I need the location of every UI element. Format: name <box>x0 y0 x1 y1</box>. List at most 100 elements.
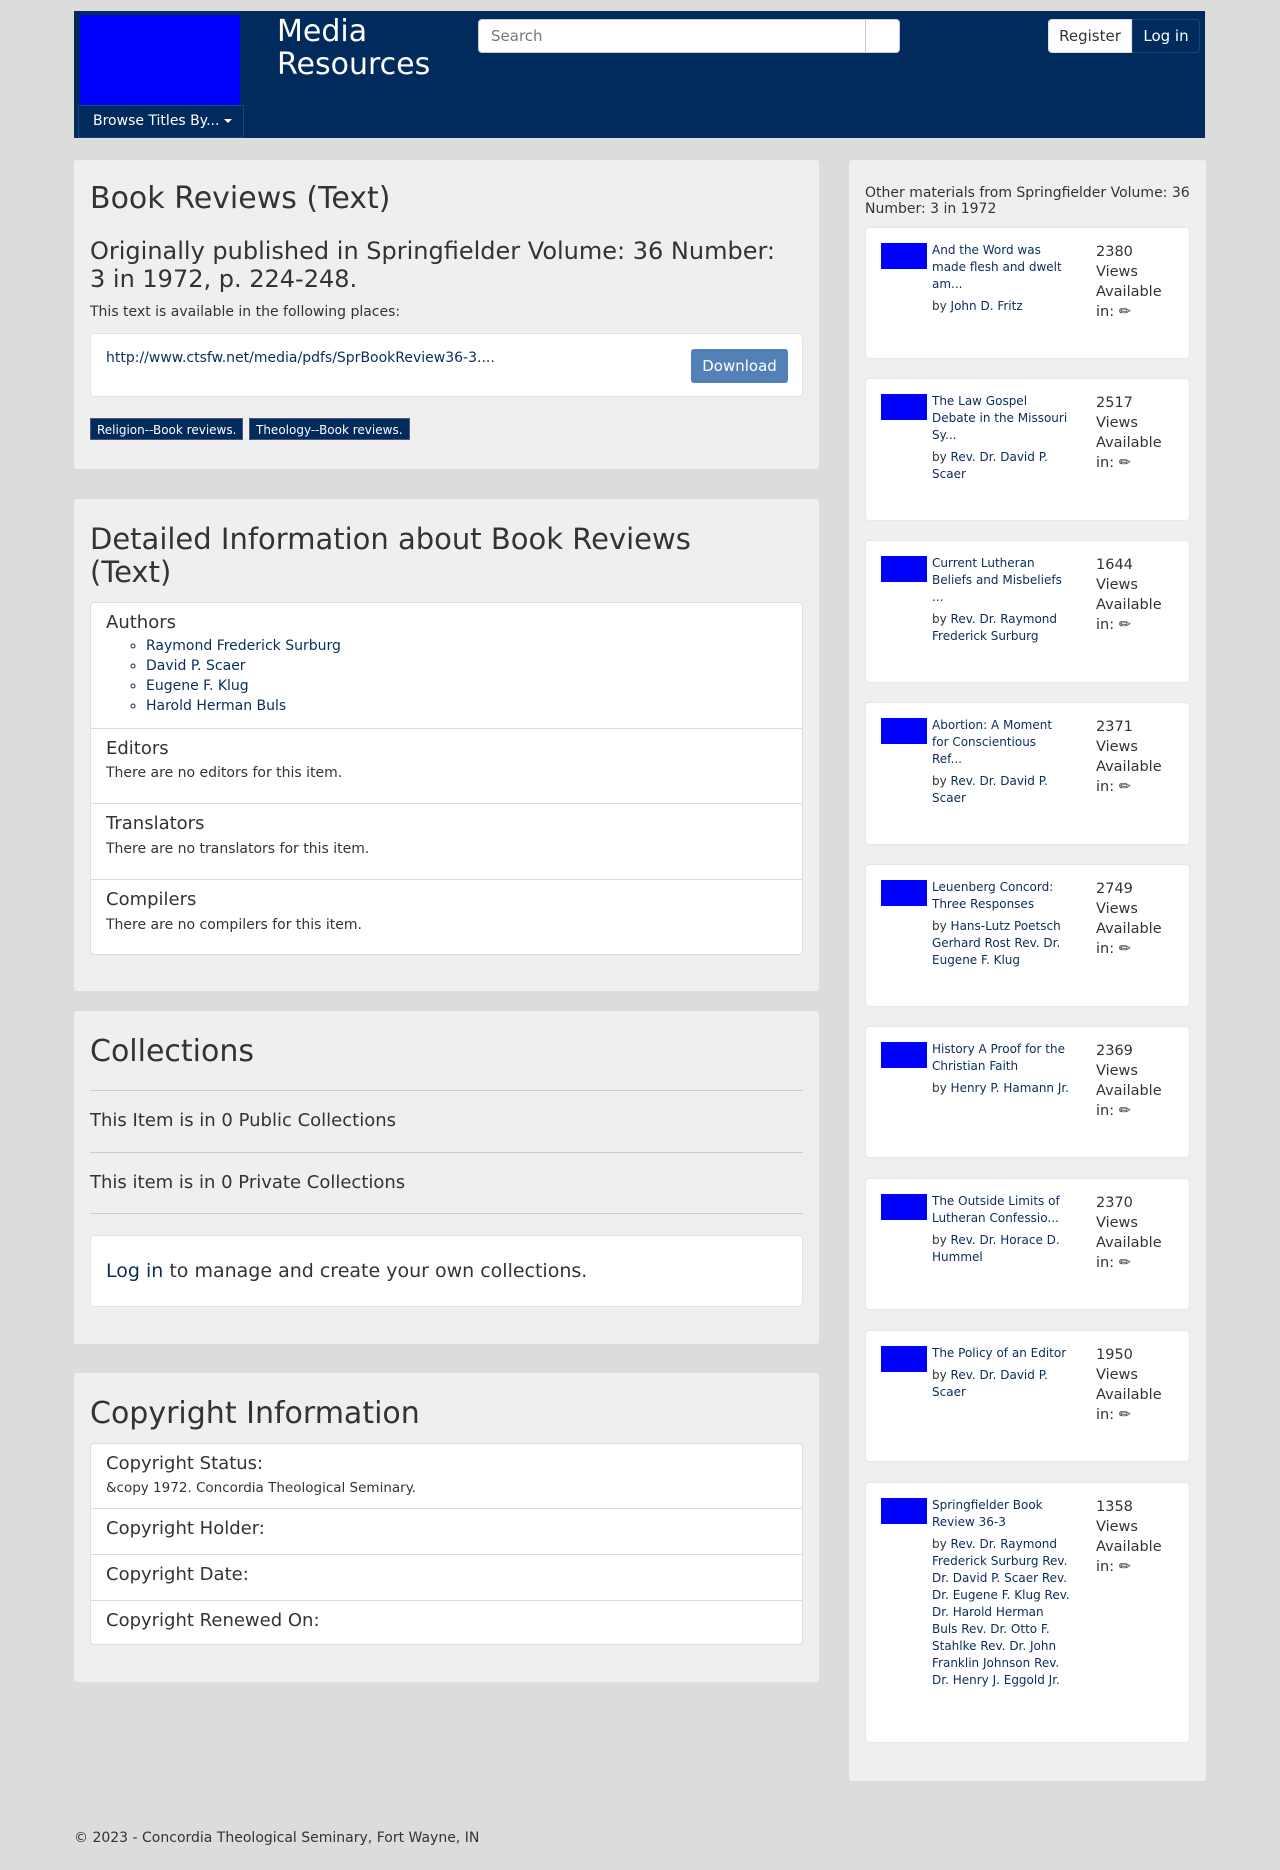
authors-section: Authors Raymond Frederick Surburg David … <box>91 603 802 728</box>
view-count: 2380 <box>1096 244 1133 260</box>
view-count: 1950 <box>1096 1347 1133 1363</box>
author-link[interactable]: Eugene F. Klug <box>146 676 341 696</box>
by-prefix: by <box>932 919 947 933</box>
pencil-icon[interactable]: ✏ <box>1119 304 1131 320</box>
related-item-title[interactable]: Leuenberg Concord: Three Responses <box>932 879 1068 913</box>
pencil-icon[interactable]: ✏ <box>1119 941 1131 957</box>
view-count: 2371 <box>1096 719 1133 735</box>
thumbnail[interactable] <box>881 1194 927 1220</box>
by-prefix: by <box>932 1233 947 1247</box>
search-input[interactable] <box>478 19 866 53</box>
author-link[interactable]: David P. Scaer <box>146 656 341 676</box>
related-item-card: Current Lutheran Beliefs and Misbeliefs … <box>865 540 1190 683</box>
related-item-byline: by Rev. Dr. David P. Scaer <box>932 1367 1072 1401</box>
compilers-title: Compilers <box>106 889 197 910</box>
site-logo[interactable] <box>80 15 240 115</box>
resource-url: http://www.ctsfw.net/media/pdfs/SprBookR… <box>106 350 495 366</box>
download-button[interactable]: Download <box>691 349 788 383</box>
related-item-byline: by Rev. Dr. David P. Scaer <box>932 773 1072 807</box>
editors-section: Editors There are no editors for this it… <box>91 728 802 803</box>
related-item-card: And the Word was made flesh and dwelt am… <box>865 227 1190 359</box>
related-item-card: The Policy of an Editor by Rev. Dr. Davi… <box>865 1330 1190 1462</box>
related-item-author[interactable]: Rev. Dr. David P. Scaer <box>932 450 1048 481</box>
related-item-card: The Law Gospel Debate in the Missouri Sy… <box>865 378 1190 521</box>
item-published: Originally published in Springfielder Vo… <box>90 237 775 293</box>
related-item-byline: by Rev. Dr. David P. Scaer <box>932 449 1072 483</box>
related-item-title[interactable]: The Outside Limits of Lutheran Confessio… <box>932 1193 1068 1227</box>
copyright-renewed-section: Copyright Renewed On: <box>91 1600 802 1645</box>
item-panel: Book Reviews (Text) Originally published… <box>74 160 819 469</box>
subject-tag[interactable]: Religion--Book reviews. <box>90 418 244 440</box>
related-item-title[interactable]: The Law Gospel Debate in the Missouri Sy… <box>932 393 1068 444</box>
related-item-author[interactable]: John D. Fritz <box>951 299 1023 313</box>
author-link[interactable]: Harold Herman Buls <box>146 696 341 716</box>
editors-title: Editors <box>106 738 169 759</box>
pencil-icon[interactable]: ✏ <box>1119 1559 1131 1575</box>
related-item-author[interactable]: Rev. Dr. David P. Scaer <box>932 1368 1048 1399</box>
search-button[interactable] <box>866 19 900 53</box>
related-item-title[interactable]: Springfielder Book Review 36-3 <box>932 1497 1068 1531</box>
pencil-icon[interactable]: ✏ <box>1119 779 1131 795</box>
related-item-byline: by Hans-Lutz Poetsch Gerhard Rost Rev. D… <box>932 918 1072 969</box>
resource-link[interactable]: http://www.ctsfw.net/media/pdfs/SprBookR… <box>106 350 499 366</box>
translators-text: There are no translators for this item. <box>106 841 370 857</box>
views-label: Views <box>1096 415 1138 431</box>
private-collections-text: This item is in 0 Private Collections <box>90 1172 406 1193</box>
thumbnail[interactable] <box>881 1346 927 1372</box>
view-count: 2370 <box>1096 1195 1133 1211</box>
views-label: Views <box>1096 264 1138 280</box>
view-count: 1358 <box>1096 1499 1133 1515</box>
copyright-status-label: Copyright Status: <box>106 1453 264 1474</box>
view-count: 2517 <box>1096 395 1133 411</box>
related-item-title[interactable]: Abortion: A Moment for Conscientious Ref… <box>932 717 1068 768</box>
related-item-author[interactable]: Henry P. Hamann Jr. <box>951 1081 1070 1095</box>
related-item-stats: 2749 Views Available in: ✏ <box>1096 879 1181 959</box>
copyright-status-section: Copyright Status: &copy 1972. Concordia … <box>91 1444 802 1508</box>
login-link[interactable]: Log in <box>106 1260 163 1282</box>
browse-titles-label: Browse Titles By... <box>93 113 220 129</box>
related-item-stats: 1950 Views Available in: ✏ <box>1096 1345 1181 1425</box>
manage-collections-label: to manage and create your own collection… <box>163 1260 588 1282</box>
pencil-icon[interactable]: ✏ <box>1119 617 1131 633</box>
by-prefix: by <box>932 612 947 626</box>
related-item-title[interactable]: History A Proof for the Christian Faith <box>932 1041 1068 1075</box>
thumbnail[interactable] <box>881 718 927 744</box>
related-item-author[interactable]: Rev. Dr. Raymond Frederick Surburg <box>932 612 1057 643</box>
by-prefix: by <box>932 1368 947 1382</box>
author-link[interactable]: Raymond Frederick Surburg <box>146 636 341 656</box>
pencil-icon[interactable]: ✏ <box>1119 1255 1131 1271</box>
thumbnail[interactable] <box>881 556 927 582</box>
pencil-icon[interactable]: ✏ <box>1119 1103 1131 1119</box>
login-button[interactable]: Log in <box>1132 19 1200 53</box>
pencil-icon[interactable]: ✏ <box>1119 1407 1131 1423</box>
related-item-author[interactable]: Rev. Dr. David P. Scaer <box>932 774 1048 805</box>
sidebar-title: Other materials from Springfielder Volum… <box>865 185 1190 217</box>
related-item-author[interactable]: Hans-Lutz Poetsch Gerhard Rost Rev. Dr. … <box>932 919 1061 967</box>
browse-titles-dropdown[interactable]: Browse Titles By... <box>78 105 244 138</box>
site-brand[interactable]: Media Resources <box>277 15 457 81</box>
related-item-author[interactable]: Rev. Dr. Horace D. Hummel <box>932 1233 1060 1264</box>
related-materials-sidebar: Other materials from Springfielder Volum… <box>849 160 1206 1781</box>
register-button[interactable]: Register <box>1048 19 1132 53</box>
manage-collections-text: Log in to manage and create your own col… <box>106 1260 587 1282</box>
compilers-section: Compilers There are no compilers for thi… <box>91 879 802 953</box>
related-item-card: The Outside Limits of Lutheran Confessio… <box>865 1178 1190 1310</box>
editors-text: There are no editors for this item. <box>106 765 343 781</box>
thumbnail[interactable] <box>881 1042 927 1068</box>
collections-heading: Collections <box>90 1034 255 1069</box>
subject-tag[interactable]: Theology--Book reviews. <box>249 418 410 440</box>
related-item-stats: 1358 Views Available in: ✏ <box>1096 1497 1181 1577</box>
related-item-title[interactable]: The Policy of an Editor <box>932 1345 1068 1362</box>
thumbnail[interactable] <box>881 1498 927 1524</box>
views-label: Views <box>1096 1519 1138 1535</box>
thumbnail[interactable] <box>881 880 927 906</box>
thumbnail[interactable] <box>881 243 927 269</box>
views-label: Views <box>1096 1367 1138 1383</box>
related-item-author[interactable]: Rev. Dr. Raymond Frederick Surburg Rev. … <box>932 1537 1070 1687</box>
related-item-title[interactable]: Current Lutheran Beliefs and Misbeliefs … <box>932 555 1068 606</box>
related-item-title[interactable]: And the Word was made flesh and dwelt am… <box>932 242 1068 293</box>
related-item-card: Leuenberg Concord: Three Responses by Ha… <box>865 864 1190 1007</box>
details-panel: Detailed Information about Book Reviews … <box>74 499 819 991</box>
pencil-icon[interactable]: ✏ <box>1119 455 1131 471</box>
thumbnail[interactable] <box>881 394 927 420</box>
